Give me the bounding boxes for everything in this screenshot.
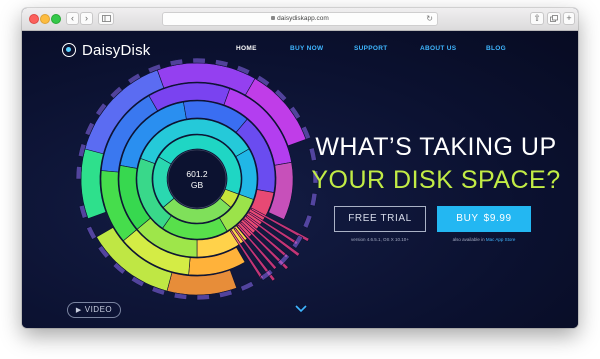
app-store-prefix: also available in [452,237,486,242]
mac-app-store-link[interactable]: Mac App Store [486,237,516,242]
sunburst-segment [75,166,82,180]
zoom-window-button[interactable] [51,14,61,24]
chevron-left-icon: ‹ [71,13,74,23]
nav-about-us[interactable]: ABOUT US [420,45,456,52]
buy-button[interactable]: BUY $9.99 [437,206,531,232]
new-tab-button[interactable]: + [563,12,575,25]
nav-blog[interactable]: BLOG [486,45,506,52]
nav-support[interactable]: SUPPORT [354,45,388,52]
reload-icon[interactable]: ↻ [426,13,433,25]
address-bar[interactable]: daisydiskapp.com ↻ [162,12,438,26]
browser-toolbar: ‹ › daisydiskapp.com ↻ ⇧ + [22,8,578,31]
disk-usage-sunburst: 601.2 GB [75,57,319,301]
sidebar-button[interactable] [98,12,114,25]
browser-window: ‹ › daisydiskapp.com ↻ ⇧ + DaisyDisk HOM… [22,8,578,328]
headline-line2: YOUR DISK SPACE? [311,166,561,194]
plus-icon: + [566,13,572,23]
chevron-right-icon: › [85,13,88,23]
sidebar-icon [101,15,111,22]
sunburst-segment [309,192,318,207]
free-trial-button[interactable]: FREE TRIAL [334,206,426,232]
video-label: VIDEO [84,305,113,314]
minimize-window-button[interactable] [40,14,50,24]
tabs-icon [550,15,558,22]
sunburst-segment [196,294,210,301]
disk-size-unit: GB [191,180,204,190]
app-store-note: also available in Mac App Store [430,237,538,242]
close-window-button[interactable] [29,14,39,24]
buy-price: $9.99 [483,213,512,224]
share-icon: ⇧ [533,13,541,23]
lock-icon [271,16,276,20]
video-button[interactable]: ▶ VIDEO [67,302,121,318]
tabs-button[interactable] [547,12,561,25]
url-text: daisydiskapp.com [277,15,329,22]
sunburst-segment [192,57,206,64]
scroll-down-chevron-icon[interactable] [294,303,308,313]
play-icon: ▶ [75,307,82,314]
version-info: version 4.6.5.1, OS X 10.10+ [351,237,409,242]
disk-size-value: 601.2 [186,169,208,179]
sunburst-segment [240,281,255,292]
sunburst-segment [302,214,313,229]
forward-button[interactable]: › [80,12,93,25]
sunburst-segment [86,225,97,240]
share-button[interactable]: ⇧ [530,12,544,25]
back-button[interactable]: ‹ [66,12,79,25]
disk-center [167,149,227,209]
headline-line1: WHAT’S TAKING UP [315,133,557,161]
daisydisk-page: DaisyDisk HOME BUY NOW SUPPORT ABOUT US … [22,31,578,328]
buy-label: BUY [456,213,479,224]
